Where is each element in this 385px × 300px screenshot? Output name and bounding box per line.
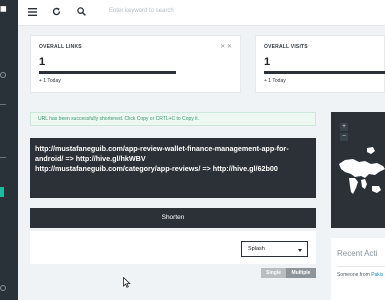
visitor-map-card: + − (331, 112, 385, 228)
recent-activity-divider (337, 266, 385, 267)
recent-activity-panel: Recent Acti Someone from Pakis (331, 238, 385, 300)
zoom-in-icon: + (341, 123, 347, 130)
single-mode-button[interactable]: Single (261, 268, 286, 278)
multiple-mode-label: Multiple (291, 270, 311, 276)
zoom-out-icon: − (341, 133, 347, 140)
sidebar-logo[interactable]: ◼ (0, 4, 7, 13)
single-mode-label: Single (265, 270, 281, 276)
shorten-button-label: Shorten (161, 214, 185, 221)
sidebar-item-icon[interactable] (0, 72, 6, 78)
overall-links-card: OVERALL LINKS ✕ ✕ 1 + 1 Today (30, 35, 241, 93)
overall-visits-progress-bar (264, 71, 385, 74)
shortened-urls-box[interactable]: http://mustafaneguib.com/app-review-wall… (30, 138, 316, 198)
cursor-icon (123, 277, 131, 288)
shorten-button[interactable]: Shorten (30, 208, 316, 228)
overall-visits-label: OVERALL VISITS (264, 44, 308, 50)
recent-activity-item-text: Someone from (337, 272, 370, 278)
success-alert-message: URL has been successfully shortened. Cli… (38, 116, 200, 122)
search-input[interactable]: Enter keyword to search (109, 8, 174, 14)
hamburger-menu-icon[interactable] (28, 8, 37, 16)
map-zoom-in-button[interactable]: + (340, 123, 348, 131)
world-map[interactable] (331, 142, 385, 212)
recent-activity-item-place[interactable]: Pakis (371, 272, 383, 278)
recent-activity-item: Someone from Pakis (337, 272, 383, 278)
overall-visits-value: 1 (264, 56, 271, 68)
overall-links-today: + 1 Today (39, 78, 61, 84)
sidebar: ◼ (0, 0, 18, 300)
redirect-type-value: Splash (248, 246, 265, 252)
overall-visits-card: OVERALL VISITS 1 + 1 Today (255, 35, 385, 93)
refresh-icon[interactable] (52, 7, 61, 16)
sidebar-footer-icon[interactable] (0, 285, 6, 291)
search-icon[interactable] (77, 7, 86, 16)
shortened-urls-text[interactable]: http://mustafaneguib.com/app-review-wall… (35, 144, 311, 174)
overall-links-progress-bar (39, 71, 176, 74)
sidebar-item-icon[interactable] (0, 104, 6, 105)
card-close-icon[interactable]: ✕ ✕ (220, 43, 232, 50)
chevron-down-icon (298, 249, 302, 252)
sidebar-item-icon[interactable] (0, 157, 6, 158)
success-alert: URL has been successfully shortened. Cli… (30, 112, 316, 126)
overall-links-label: OVERALL LINKS (39, 44, 82, 50)
overall-visits-today: + 1 Today (264, 78, 286, 84)
sidebar-active-indicator (0, 187, 4, 197)
options-panel: Splash (30, 231, 316, 264)
map-zoom-out-button[interactable]: − (340, 133, 348, 141)
redirect-type-select[interactable]: Splash (241, 241, 308, 257)
recent-activity-title: Recent Acti (337, 249, 378, 258)
multiple-mode-button[interactable]: Multiple (286, 268, 316, 278)
overall-links-value: 1 (39, 56, 46, 68)
top-bar: Enter keyword to search (18, 0, 385, 26)
